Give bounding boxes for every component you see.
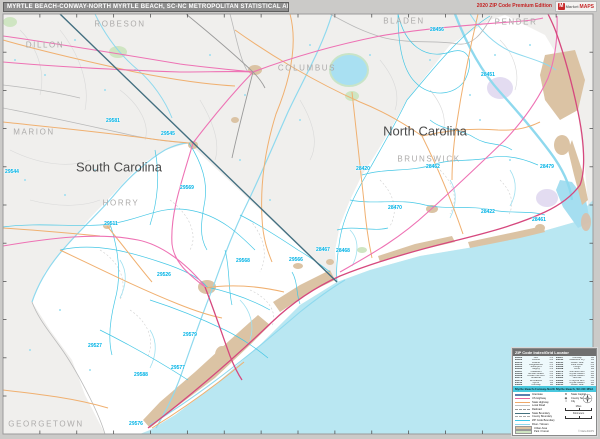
zip-index-table: 28420AshC328422BoliviaD328451LelandD2284…: [513, 356, 596, 386]
compass-rose-icon: [582, 393, 593, 404]
county-label: DILLON: [26, 41, 65, 50]
zip-code-label: 28422: [481, 209, 495, 215]
zip-code-label: 29579: [183, 332, 197, 338]
county-label: BLADEN: [383, 17, 425, 26]
zip-code-label: 29511: [104, 221, 118, 227]
zip-index-column-2: 29527ConwayA429544Galivants FryA329545Gr…: [556, 357, 594, 385]
legend-right-panel: ★State Capital◉County Seat•City Miles Ki…: [563, 393, 594, 433]
scale-bar-miles: Miles: [563, 406, 594, 412]
zip-code-label: 29527: [88, 343, 102, 349]
zip-code-label: 29588: [134, 372, 148, 378]
logo-text: MAPS: [580, 4, 594, 10]
legend-msa-bar: Myrtle Beach-Conway-North Myrtle Beach, …: [513, 386, 596, 392]
map-page: MYRTLE BEACH-CONWAY-NORTH MYRTLE BEACH, …: [0, 0, 600, 439]
county-label: PENDER: [495, 18, 538, 27]
state-label: North Carolina: [383, 124, 467, 139]
county-label: MARION: [13, 128, 55, 137]
zip-code-label: 29577: [171, 365, 185, 371]
zip-code-label: 28451: [481, 72, 495, 78]
zip-code-label: 28462: [426, 164, 440, 170]
zip-code-label: 29566: [289, 257, 303, 263]
zip-code-label: 29581: [106, 118, 120, 124]
zip-code-label: 29568: [236, 258, 250, 264]
zip-index-column-1: 28420AshC328422BoliviaD328451LelandD2284…: [515, 357, 553, 385]
map-title: MYRTLE BEACH-CONWAY-NORTH MYRTLE BEACH, …: [3, 2, 289, 12]
zip-code-label: 29526: [157, 272, 171, 278]
legend-box: ZIP Code Index/Grid Locator 28420AshC328…: [512, 348, 597, 436]
zip-code-label: 28461: [532, 217, 546, 223]
county-label: BRUNSWICK: [397, 155, 460, 164]
county-label: ROBESON: [94, 20, 145, 29]
zip-code-label: 28479: [540, 164, 554, 170]
zip-code-label: 29545: [161, 131, 175, 137]
legend-line-symbols: InterstateUS HighwayState HighwayLocal R…: [515, 393, 561, 433]
zip-index-title: ZIP Code Index/Grid Locator: [513, 349, 596, 356]
zip-code-label: 29569: [180, 185, 194, 191]
county-label: GEORGETOWN: [8, 420, 83, 429]
logo-icon: M: [558, 3, 565, 10]
edition-label: 2020 ZIP Code Premium Edition: [477, 3, 552, 9]
zip-code-label: 28456: [430, 27, 444, 33]
copyright-label: © MarketMAPS: [578, 431, 594, 433]
legend-row: Park / Forest: [515, 430, 561, 434]
county-label: COLUMBUS: [278, 64, 336, 73]
scale-bar-kilometers: Kilometers: [563, 413, 594, 419]
state-label: South Carolina: [76, 160, 162, 175]
county-label: HORRY: [103, 199, 140, 208]
zip-code-label: 28420: [356, 166, 370, 172]
zip-code-label: 28468: [336, 248, 350, 254]
legend-body: InterstateUS HighwayState HighwayLocal R…: [513, 392, 596, 434]
zip-code-label: 29576: [129, 421, 143, 427]
publisher-logo: M Market MAPS: [555, 1, 597, 12]
zip-code-label: 28470: [388, 205, 402, 211]
zip-code-label: 28467: [316, 247, 330, 253]
zip-code-label: 29544: [5, 169, 19, 175]
logo-sub: Market: [566, 4, 579, 9]
